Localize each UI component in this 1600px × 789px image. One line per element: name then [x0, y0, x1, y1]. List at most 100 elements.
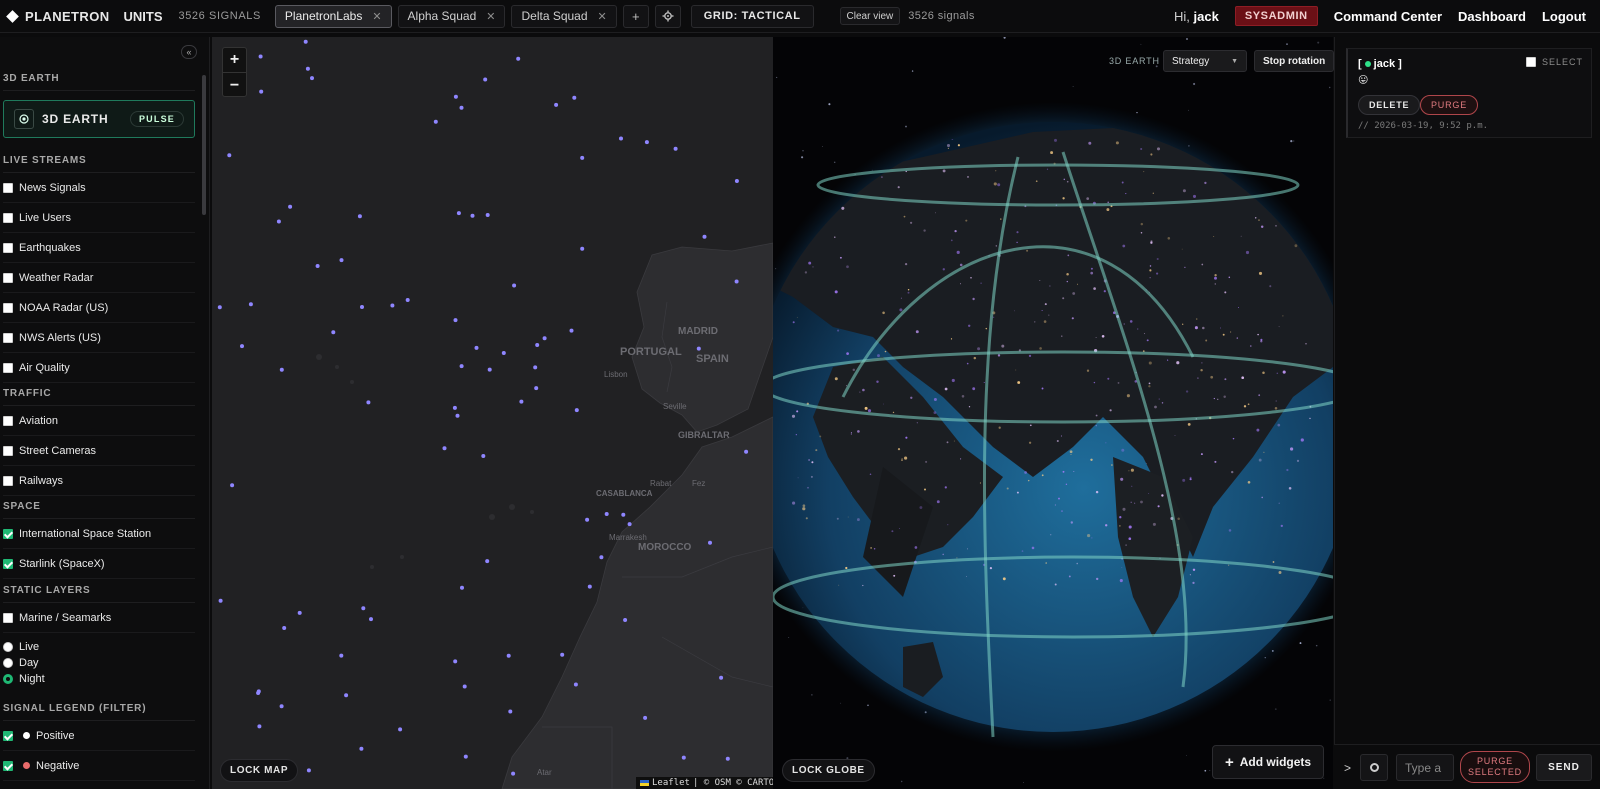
legend-positive[interactable]: Positive — [3, 721, 195, 751]
signal-dot[interactable] — [533, 365, 538, 370]
signal-dot[interactable] — [511, 771, 516, 776]
purge-message-button[interactable]: PURGE — [1420, 95, 1479, 115]
signal-dot[interactable] — [734, 179, 739, 183]
signal-dot[interactable] — [681, 755, 686, 760]
leaflet-link[interactable]: Leaflet — [652, 778, 690, 788]
signal-dot[interactable] — [390, 303, 395, 308]
signal-dot[interactable] — [470, 213, 475, 218]
signal-dot[interactable] — [644, 140, 649, 145]
signal-dot[interactable] — [361, 606, 366, 611]
layer-noaa-radar[interactable]: NOAA Radar (US) — [3, 293, 195, 323]
signal-dot[interactable] — [339, 258, 344, 263]
mode-live[interactable]: Live — [3, 639, 195, 655]
layer-iss[interactable]: International Space Station — [3, 519, 195, 549]
tab-alpha-squad[interactable]: Alpha Squad ✕ — [397, 4, 506, 28]
checkbox[interactable] — [3, 272, 13, 283]
checkbox[interactable] — [3, 730, 13, 741]
nav-logout[interactable]: Logout — [1542, 9, 1586, 24]
signal-dot[interactable] — [643, 715, 648, 720]
radio[interactable] — [3, 674, 13, 684]
signal-dot[interactable] — [587, 584, 592, 589]
signal-dot[interactable] — [725, 756, 730, 761]
signal-dot[interactable] — [217, 305, 222, 310]
tab-planetronlabs[interactable]: PlanetronLabs ✕ — [274, 4, 392, 28]
checkbox[interactable] — [3, 475, 13, 486]
signal-dot[interactable] — [459, 105, 464, 110]
signal-dot[interactable] — [462, 684, 467, 689]
delete-message-button[interactable]: DELETE — [1358, 95, 1421, 115]
signal-dot[interactable] — [453, 318, 458, 323]
signal-dot[interactable] — [303, 39, 308, 44]
signal-dot[interactable] — [366, 400, 371, 405]
signal-dot[interactable] — [574, 408, 579, 413]
brand[interactable]: PLANETRON — [0, 9, 110, 24]
zoom-in-button[interactable]: + — [223, 48, 246, 73]
signal-dot[interactable] — [305, 66, 310, 71]
signal-dot[interactable] — [599, 555, 604, 560]
signal-dot[interactable] — [230, 483, 235, 488]
layer-weather-radar[interactable]: Weather Radar — [3, 263, 195, 293]
signal-dot[interactable] — [279, 704, 284, 709]
layer-nws-alerts[interactable]: NWS Alerts (US) — [3, 323, 195, 353]
units-link[interactable]: UNITS — [124, 9, 163, 24]
globe-canvas[interactable] — [773, 37, 1333, 789]
collapse-sidebar-button[interactable]: « — [181, 45, 197, 59]
map-2d[interactable]: MADRID PORTUGAL SPAIN Lisbon Seville GIB… — [212, 37, 773, 789]
checkbox[interactable] — [3, 362, 13, 373]
signal-dot[interactable] — [485, 213, 490, 217]
signal-dot[interactable] — [331, 330, 336, 335]
signal-dot[interactable] — [442, 446, 447, 451]
signal-dot[interactable] — [604, 512, 609, 516]
earth-toggle-card[interactable]: 3D EARTH PULSE — [3, 100, 195, 138]
signal-dot[interactable] — [719, 675, 724, 680]
signal-dot[interactable] — [534, 386, 539, 391]
checkbox[interactable] — [3, 182, 13, 193]
checkbox[interactable] — [3, 242, 13, 253]
layer-starlink[interactable]: Starlink (SpaceX) — [3, 549, 195, 579]
signal-dot[interactable] — [623, 618, 628, 622]
signal-dot[interactable] — [516, 56, 521, 61]
add-tab-button[interactable]: + — [622, 4, 649, 28]
signal-dot[interactable] — [456, 211, 461, 216]
layer-railways[interactable]: Railways — [3, 466, 195, 496]
layer-street-cameras[interactable]: Street Cameras — [3, 436, 195, 466]
checkbox[interactable] — [3, 558, 13, 569]
signal-dot[interactable] — [585, 517, 590, 522]
checkbox[interactable] — [3, 612, 13, 623]
signal-dot[interactable] — [506, 653, 511, 658]
signal-dot[interactable] — [460, 585, 464, 590]
add-widgets-button[interactable]: + Add widgets — [1212, 745, 1325, 779]
close-icon[interactable]: ✕ — [486, 10, 495, 23]
signal-dot[interactable] — [433, 119, 438, 124]
lock-globe-button[interactable]: LOCK GLOBE — [782, 759, 875, 782]
signal-dot[interactable] — [459, 364, 464, 369]
signal-dot[interactable] — [359, 746, 364, 751]
signal-dot[interactable] — [276, 219, 281, 224]
clear-view-button[interactable]: Clear view — [839, 7, 901, 25]
mode-night[interactable]: Night — [3, 671, 195, 687]
send-button[interactable]: SEND — [1536, 754, 1592, 781]
purge-selected-button[interactable]: PURGE SELECTED — [1460, 751, 1530, 783]
signal-dot[interactable] — [673, 146, 678, 151]
signal-dot[interactable] — [218, 598, 223, 603]
signal-dot[interactable] — [256, 691, 261, 695]
signal-dot[interactable] — [405, 298, 410, 302]
stop-rotation-button[interactable]: Stop rotation — [1254, 50, 1335, 72]
checkbox[interactable] — [3, 445, 13, 456]
signal-dot[interactable] — [560, 652, 565, 657]
signal-dot[interactable] — [452, 405, 457, 410]
signal-dot[interactable] — [619, 136, 623, 141]
signal-dot[interactable] — [279, 367, 284, 372]
tab-delta-squad[interactable]: Delta Squad ✕ — [511, 4, 617, 28]
signal-dot[interactable] — [227, 153, 232, 158]
signal-dot[interactable] — [481, 454, 486, 458]
signal-dot[interactable] — [288, 204, 293, 209]
layer-live-users[interactable]: Live Users — [3, 203, 195, 233]
signal-dot[interactable] — [357, 214, 362, 219]
grid-mode-button[interactable]: GRID: TACTICAL — [690, 4, 814, 28]
signal-dot[interactable] — [621, 512, 626, 517]
nav-dashboard[interactable]: Dashboard — [1458, 9, 1526, 24]
signal-dot[interactable] — [580, 155, 585, 160]
checkbox[interactable] — [3, 302, 13, 313]
lock-map-button[interactable]: LOCK MAP — [220, 759, 299, 782]
